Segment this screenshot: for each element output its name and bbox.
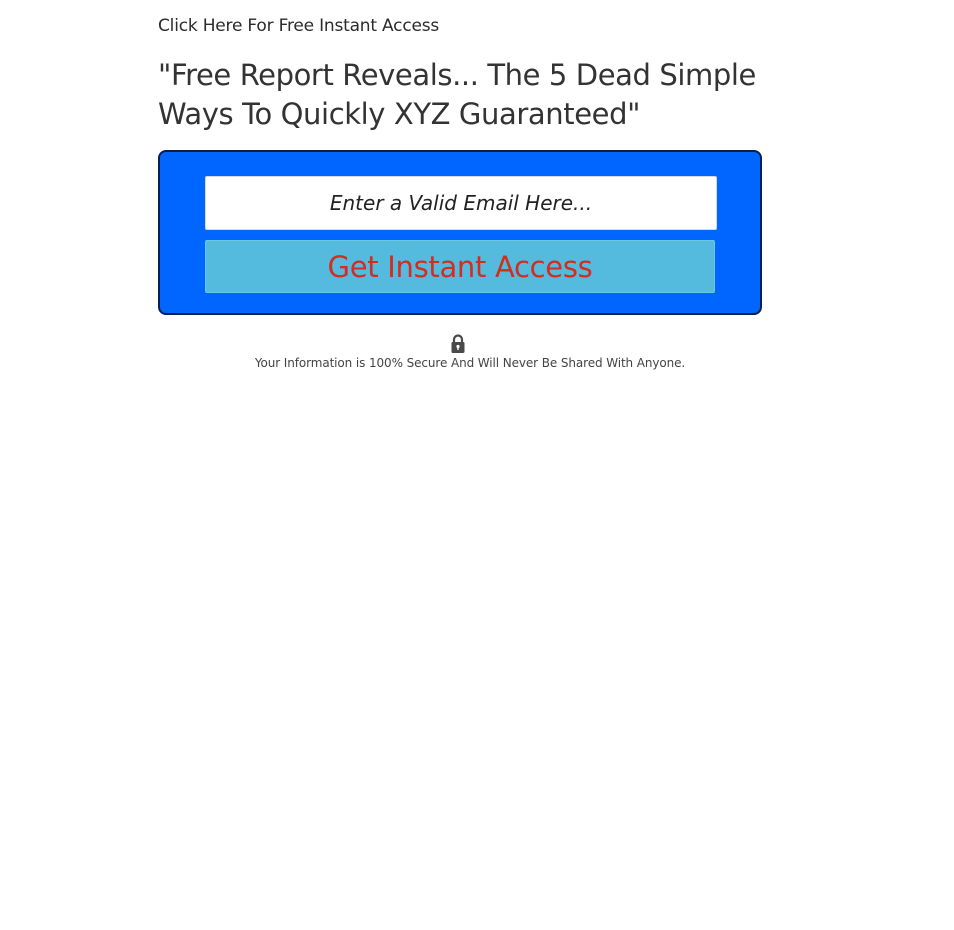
security-notice: Your Information is 100% Secure And Will… xyxy=(158,334,758,371)
security-note: Your Information is 100% Secure And Will… xyxy=(254,356,686,370)
pre-heading: Click Here For Free Instant Access xyxy=(158,16,440,36)
page-headline: "Free Report Reveals... The 5 Dead Simpl… xyxy=(158,58,756,131)
email-field[interactable] xyxy=(205,176,717,230)
lock-icon xyxy=(451,334,465,353)
optin-form-box: Get Instant Access xyxy=(158,150,762,315)
get-instant-access-button[interactable]: Get Instant Access xyxy=(205,240,715,293)
